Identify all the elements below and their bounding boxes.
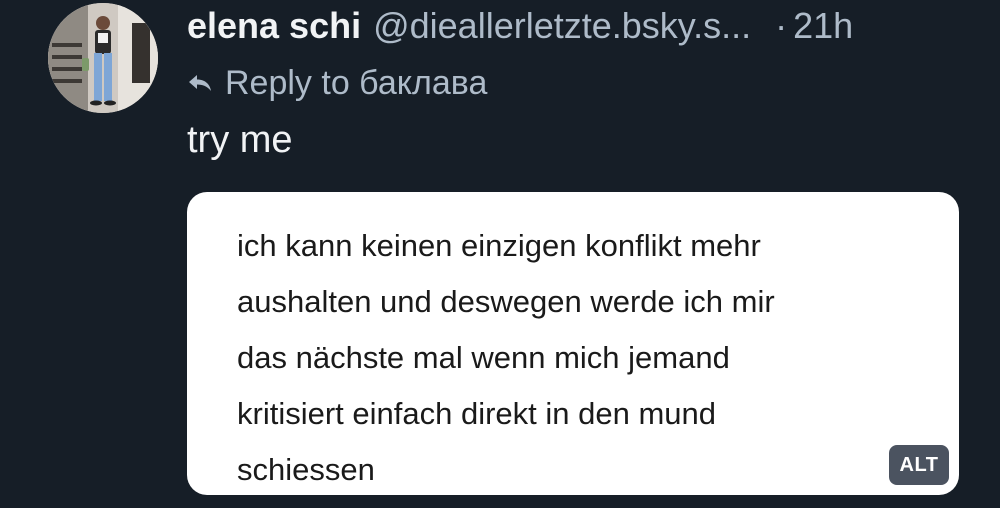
post-text: try me bbox=[187, 119, 293, 161]
post[interactable]: elena schi @dieallerletzte.bsky.s... · 2… bbox=[0, 0, 1000, 508]
reply-to-label[interactable]: Reply to баклава bbox=[225, 64, 487, 103]
reply-context[interactable]: Reply to баклава bbox=[187, 62, 487, 104]
author-display-name[interactable]: elena schi bbox=[187, 5, 361, 47]
reply-arrow-icon bbox=[189, 75, 211, 91]
image-text-line: das nächste mal wenn mich jemand bbox=[237, 340, 730, 375]
image-text-line: schiessen bbox=[237, 452, 375, 487]
image-text-line: ich kann keinen einzigen konflikt mehr bbox=[237, 228, 761, 263]
embedded-image[interactable]: ich kann keinen einzigen konflikt mehr a… bbox=[187, 192, 959, 495]
image-text-line: kritisiert einfach direkt in den mund bbox=[237, 396, 717, 431]
header-separator: · bbox=[775, 5, 788, 46]
post-timestamp[interactable]: 21h bbox=[793, 5, 853, 47]
avatar-photo-icon bbox=[48, 3, 158, 113]
avatar[interactable] bbox=[48, 3, 158, 113]
author-handle[interactable]: @dieallerletzte.bsky.s... bbox=[373, 5, 751, 47]
image-text-line: aushalten und deswegen werde ich mir bbox=[237, 284, 775, 319]
post-header: elena schi @dieallerletzte.bsky.s... · 2… bbox=[187, 5, 853, 47]
image-text-block: ich kann keinen einzigen konflikt mehr a… bbox=[237, 218, 897, 495]
alt-text-badge[interactable]: ALT bbox=[889, 445, 949, 485]
